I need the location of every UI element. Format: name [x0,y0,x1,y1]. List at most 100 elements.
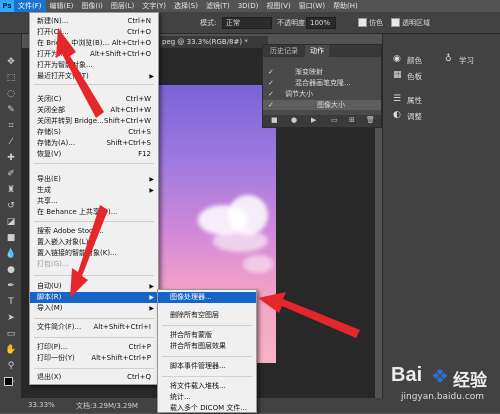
new-action-icon[interactable]: ⊞ [349,116,355,124]
dodge-tool-icon[interactable]: ● [5,264,17,276]
menu-item-search-stock[interactable]: 搜索 Adobe Stock... [30,226,158,237]
action-row[interactable]: ✓ 渐变映射 [263,67,381,77]
menu-item-load-files-stack[interactable]: 将文件载入堆栈... [158,381,256,392]
blur-tool-icon[interactable]: 💧 [5,248,17,260]
action-row[interactable]: ✓ 调节大小 [263,89,381,99]
menu-item-print[interactable]: 打印(P)... Ctrl+P [30,342,158,353]
opacity-label: 不透明度: [277,19,308,27]
menu-item-load-dicom[interactable]: 载入多个 DICOM 文件... [158,403,256,414]
tab-actions[interactable]: 动作 [305,45,329,57]
menu-layer[interactable]: 图层(L) [107,0,138,12]
menu-item-delete-empty-layers[interactable]: 删除所有空图层 [158,310,256,321]
check-icon: ✓ [268,101,274,109]
trash-icon[interactable]: 🗑 [366,116,375,124]
swatches-icon[interactable]: ▦ [393,70,403,80]
menu-help[interactable]: 帮助(H) [329,0,362,12]
adjustments-icon[interactable]: ◐ [393,110,403,120]
menu-item-exit[interactable]: 退出(X) Ctrl+Q [30,372,158,383]
menu-item-close-all[interactable]: 关闭全部 Alt+Ctrl+W [30,105,158,116]
foreground-color-swatch[interactable] [4,377,13,386]
brush-tool-icon[interactable]: ✐ [5,168,17,180]
type-tool-icon[interactable]: T [5,296,17,308]
mode-select[interactable]: 正常 [222,17,272,29]
menu-item-new[interactable]: 新建(N)... Ctrl+N [30,16,158,27]
document-tab[interactable]: peg @ 33.3%(RGB/8#) * [158,36,268,48]
check-icon: ✓ [268,79,274,87]
record-icon[interactable]: ● [291,116,297,124]
menu-type[interactable]: 文字(Y) [138,0,170,12]
menu-item-open-as[interactable]: 打开为... Alt+Shift+Ctrl+O [30,49,158,60]
menu-item-script-events-manager[interactable]: 脚本事件管理器... [158,361,256,372]
menu-item-save[interactable]: 存储(S) Ctrl+S [30,127,158,138]
menu-3d[interactable]: 3D(D) [234,0,263,12]
pen-tool-icon[interactable]: ✒ [5,280,17,292]
menu-item-save-as[interactable]: 存储为(A)... Shift+Ctrl+S [30,138,158,149]
action-row[interactable]: ✓ 混合器画笔克隆... [263,78,381,88]
menu-item-automate[interactable]: 自动(U) ▶ [30,281,158,292]
menu-item-statistics[interactable]: 统计... [158,392,256,403]
learn-icon[interactable]: ♁ [445,54,455,64]
gradient-tool-icon[interactable]: ■ [5,232,17,244]
menu-item-recent[interactable]: 最近打开文件(T) ▶ [30,71,158,82]
menu-item-open-smart-object[interactable]: 打开为智能对象... [30,60,158,71]
menu-item-file-info[interactable]: 文件简介(F)... Alt+Shift+Ctrl+I [30,322,158,333]
history-brush-icon[interactable]: ↺ [5,200,17,212]
move-tool-icon[interactable]: ✥ [5,56,17,68]
healing-tool-icon[interactable]: ✚ [5,152,17,164]
stop-icon[interactable]: ■ [271,116,278,124]
opacity-input[interactable]: 100% [306,17,336,29]
menu-image[interactable]: 图像(I) [77,0,107,12]
menu-item-browse-bridge[interactable]: 在 Bridge 中浏览(B)... Alt+Ctrl+O [30,38,158,49]
quick-select-tool-icon[interactable]: ✎ [5,104,17,116]
menu-item-flatten-masks[interactable]: 拼合所有蒙版 [158,330,256,341]
menu-item-scripts[interactable]: 脚本(R) ▶ [30,292,158,303]
dither-label: 仿色 [369,19,383,27]
marquee-tool-icon[interactable]: ⬚ [5,72,17,84]
menu-item-image-processor[interactable]: 图像处理器... [158,292,256,303]
menu-item-revert[interactable]: 恢复(V) F12 [30,149,158,160]
menu-item-print-one[interactable]: 打印一份(Y) Alt+Shift+Ctrl+P [30,353,158,364]
panel-properties[interactable]: 属性 [407,95,422,106]
eraser-tool-icon[interactable]: ◪ [5,216,17,228]
color-icon[interactable]: ◉ [393,54,403,64]
menu-item-flatten-layer-effects[interactable]: 拼合所有图层效果 [158,341,256,352]
menu-window[interactable]: 窗口(W) [295,0,329,12]
menu-item-close-bridge[interactable]: 关闭并转到 Bridge... Shift+Ctrl+W [30,116,158,127]
crop-tool-icon[interactable]: ⌗ [5,120,17,132]
menu-item-place-embedded[interactable]: 置入嵌入对象(L)... [30,237,158,248]
menu-divider [34,337,154,338]
eyedropper-tool-icon[interactable]: ⁄ [5,136,17,148]
menu-item-place-linked[interactable]: 置入链接的智能对象(K)... [30,248,158,259]
zoom-level[interactable]: 33.33% [28,401,55,409]
panel-learn[interactable]: 学习 [459,55,474,66]
menu-divider [162,376,252,377]
panel-swatches[interactable]: 色板 [407,71,422,82]
path-select-tool-icon[interactable]: ➤ [5,312,17,324]
menu-item-import[interactable]: 导入(M) ▶ [30,303,158,314]
menu-item-open[interactable]: 打开(O)... Ctrl+O [30,27,158,38]
zoom-tool-icon[interactable]: ⚲ [5,360,17,372]
menu-filter[interactable]: 滤镜(T) [202,0,234,12]
panel-color[interactable]: 颜色 [407,55,422,66]
properties-icon[interactable]: ☰ [393,94,403,104]
transparency-checkbox[interactable] [391,18,400,27]
shape-tool-icon[interactable]: ▭ [5,328,17,340]
menu-item-share[interactable]: 共享... [30,196,158,207]
menu-item-export[interactable]: 导出(E) ▶ [30,174,158,185]
dither-checkbox[interactable] [358,18,367,27]
menu-item-generate[interactable]: 生成 ▶ [30,185,158,196]
menu-item-close[interactable]: 关闭(C) Ctrl+W [30,94,158,105]
menu-item-share-behance[interactable]: 在 Behance 上共享(D)... [30,207,158,218]
panel-adjustments[interactable]: 调整 [407,111,422,122]
action-row[interactable]: ✓ 图像大小 [263,100,381,110]
tab-history[interactable]: 历史记录 [265,45,303,57]
play-icon[interactable]: ▶ [311,116,316,124]
menu-edit[interactable]: 编辑(E) [46,0,78,12]
menu-view[interactable]: 视图(V) [262,0,294,12]
menu-select[interactable]: 选择(S) [170,0,202,12]
lasso-tool-icon[interactable]: ◌ [5,88,17,100]
new-set-icon[interactable]: ▭ [331,116,338,124]
hand-tool-icon[interactable]: ✋ [5,344,17,356]
menu-file[interactable]: 文件(F) [14,0,46,12]
stamp-tool-icon[interactable]: ♜ [5,184,17,196]
